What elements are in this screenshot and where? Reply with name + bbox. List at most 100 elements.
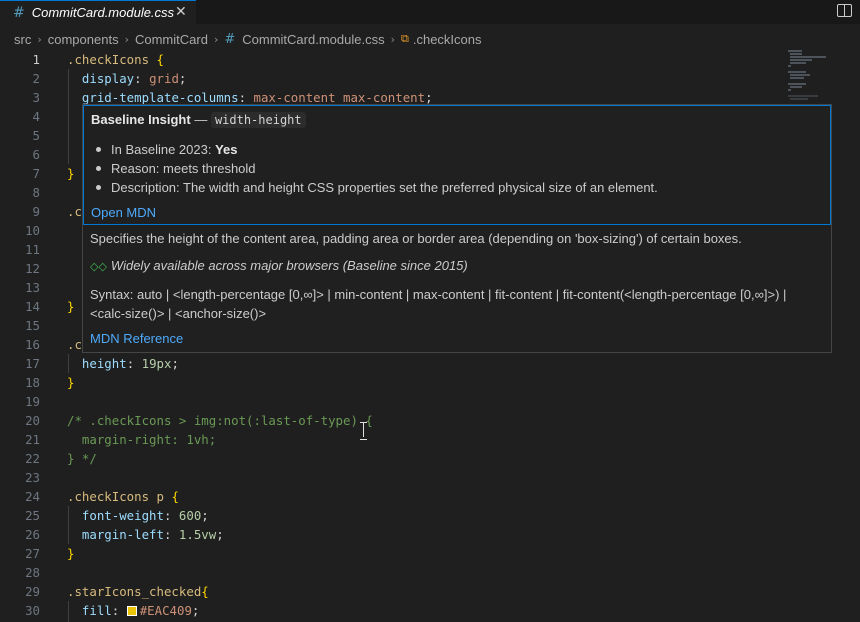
code-token: grid-template-columns — [81, 90, 239, 105]
code-line[interactable]: 22 } */ — [0, 449, 860, 468]
open-mdn-link[interactable]: Open MDN — [91, 205, 156, 220]
css-hash-icon: # — [13, 4, 25, 21]
code-token: ; — [178, 71, 187, 86]
code-line[interactable]: 18} — [0, 373, 860, 392]
line-number: 9 — [32, 204, 40, 219]
line-code: } — [67, 544, 74, 563]
code-token: } — [67, 166, 75, 181]
code-token: : — [163, 527, 179, 542]
code-token: { — [156, 52, 164, 67]
code-token: 19px — [141, 356, 172, 371]
code-token: grid — [149, 71, 179, 86]
chevron-right-icon: › — [213, 32, 219, 46]
code-line[interactable]: 25 font-weight: 600; — [0, 506, 860, 525]
bullet-label: Description: The width and height CSS pr… — [111, 180, 658, 195]
baseline-bullets: In Baseline 2023: Yes Reason: meets thre… — [91, 140, 658, 197]
code-token: 600 — [178, 508, 202, 523]
tab-title: CommitCard.module.css — [31, 5, 175, 20]
code-token: ; — [171, 356, 179, 371]
property-syntax: Syntax: auto | <length-percentage [0,∞]>… — [90, 287, 787, 321]
line-number: 13 — [25, 280, 40, 295]
breadcrumb-item-components[interactable]: components — [48, 32, 119, 47]
breadcrumb-item-symbol[interactable]: .checkIcons — [413, 32, 482, 47]
line-number: 10 — [25, 223, 40, 238]
baseline-insight-panel: Baseline Insight — width-height In Basel… — [83, 105, 831, 225]
line-number: 27 — [25, 546, 40, 561]
code-token: } — [67, 546, 75, 561]
line-code: .checkIcons p { — [67, 487, 179, 506]
line-number: 22 — [25, 451, 40, 466]
color-swatch[interactable] — [126, 606, 137, 616]
baseline-title: Baseline Insight — width-height — [91, 112, 306, 128]
title-dash: — — [190, 112, 211, 127]
code-line[interactable]: 29 .starIcons_checked{ — [0, 582, 860, 601]
code-token: /* .checkIcons > img:not(:last-of-type) … — [67, 413, 373, 428]
list-item: Description: The width and height CSS pr… — [91, 178, 658, 197]
line-number: 8 — [32, 185, 40, 200]
code-token: } */ — [67, 451, 97, 466]
breadcrumb-item-file[interactable]: CommitCard.module.css — [242, 32, 384, 47]
line-number: 25 — [25, 508, 40, 523]
code-line[interactable]: 23 — [0, 468, 860, 487]
code-token: .c — [67, 337, 82, 352]
breadcrumb: src › components › CommitCard › # Commit… — [0, 28, 482, 50]
code-token: height — [81, 356, 127, 371]
line-number: 1 — [32, 52, 40, 67]
code-line[interactable]: 30 fill: #EAC409; — [0, 601, 860, 620]
availability-line: ◇◇ Widely available across major browsers… — [90, 258, 468, 273]
line-code: } */ — [67, 449, 97, 468]
code-line[interactable]: 28 — [0, 563, 860, 582]
line-number: 19 — [25, 394, 40, 409]
line-number: 30 — [25, 603, 40, 618]
hover-tooltip: Baseline Insight — width-height In Basel… — [82, 104, 832, 353]
line-code: fill: #EAC409; — [67, 601, 199, 620]
code-token: : — [126, 356, 142, 371]
bullet-label: Reason: meets threshold — [111, 161, 256, 176]
code-line[interactable]: 21 margin-right: 1vh; — [0, 430, 860, 449]
code-line[interactable]: 19 — [0, 392, 860, 411]
breadcrumb-item-commitcard[interactable]: CommitCard — [135, 32, 208, 47]
code-token: .checkIcons p — [67, 489, 164, 504]
code-line[interactable]: 20 /* .checkIcons > img:not(:last-of-type… — [0, 411, 860, 430]
line-code: height: 19px; — [67, 354, 179, 373]
code-line[interactable]: 17 height: 19px; — [0, 354, 860, 373]
line-number: 23 — [25, 470, 40, 485]
breadcrumb-item-src[interactable]: src — [14, 32, 31, 47]
mdn-reference-link[interactable]: MDN Reference — [90, 331, 183, 346]
close-icon[interactable]: ✕ — [175, 4, 187, 20]
code-line[interactable]: 1 .checkIcons { — [0, 50, 860, 69]
line-code: display: grid; — [67, 69, 186, 88]
line-number: 3 — [32, 90, 40, 105]
line-number: 18 — [25, 375, 40, 390]
line-number: 16 — [25, 337, 40, 352]
code-token: max-content max-content — [253, 90, 426, 105]
code-line[interactable]: 27} — [0, 544, 860, 563]
line-number: 21 — [25, 432, 40, 447]
code-token: ; — [201, 508, 209, 523]
code-line[interactable]: 2 display: grid; — [0, 69, 860, 88]
bullet-value: Yes — [215, 142, 238, 157]
availability-text: Widely available across major browsers (… — [110, 258, 468, 273]
line-number: 24 — [25, 489, 40, 504]
line-number: 29 — [25, 584, 40, 599]
line-number: 15 — [25, 318, 40, 333]
tab-commitcard-css[interactable]: # CommitCard.module.css ✕ — [0, 0, 196, 24]
code-token: } — [67, 299, 75, 314]
code-line[interactable]: 24 .checkIcons p { — [0, 487, 860, 506]
symbol-class-icon: ⧉ — [401, 32, 409, 45]
baseline-title-label: Baseline Insight — [91, 112, 191, 127]
chevron-right-icon: › — [37, 32, 42, 46]
code-token: display — [81, 71, 135, 86]
bullet-label: In Baseline 2023: — [111, 142, 216, 157]
line-number: 28 — [25, 565, 40, 580]
code-token: { — [201, 584, 209, 599]
split-editor-icon[interactable] — [837, 4, 852, 17]
line-number: 26 — [25, 527, 40, 542]
line-code: } — [67, 164, 74, 183]
code-line[interactable]: 26 margin-left: 1.5vw; — [0, 525, 860, 544]
code-token: font-weight — [81, 508, 164, 523]
